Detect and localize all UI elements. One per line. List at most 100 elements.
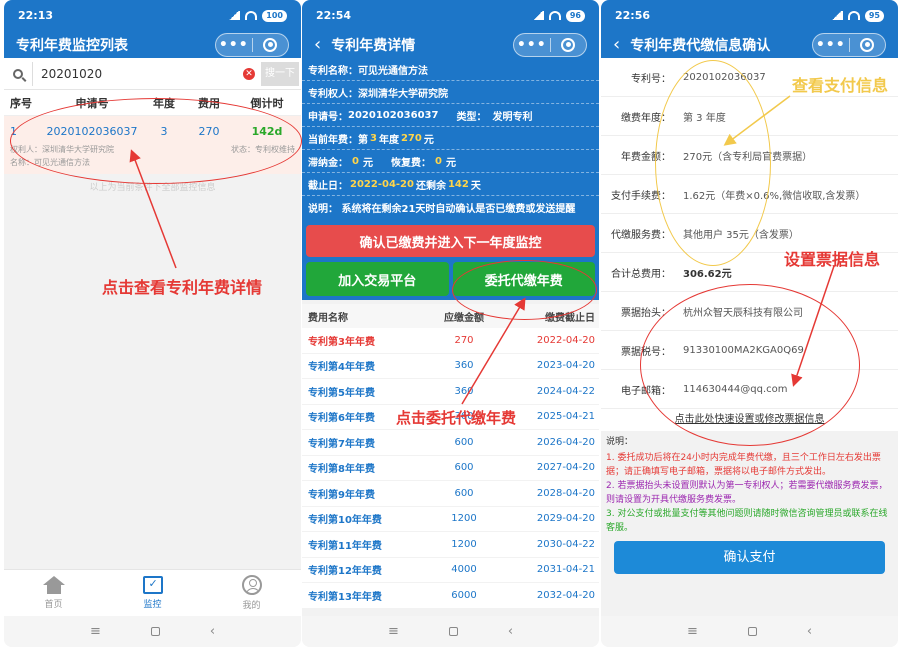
fee-name: 专利第13年年费 (308, 591, 382, 603)
field-value: 1.62元（年费×0.6%,微信收取,含发票） (683, 190, 866, 202)
page-title: 专利年费详情 (331, 37, 416, 54)
fee-table-header: 费用名称 应缴金额 缴费截止日 (302, 304, 599, 328)
form-field-row: 缴费年度： 第 3 年度 (601, 97, 898, 136)
notes-title: 说明： (606, 437, 634, 447)
col-header-countdown: 倒计时 (250, 96, 284, 110)
battery-icon: 100 (262, 9, 287, 22)
home-square-icon[interactable] (448, 627, 458, 636)
field-label: 合计总费用： (611, 268, 671, 280)
fee-list: 专利第3年年费 270 2022-04-20 专利第4年年费 360 2023-04-20… (302, 328, 599, 609)
miniprogram-capsule: ••• (215, 32, 289, 57)
fee-amount: 600 (454, 436, 474, 448)
close-miniprogram-icon[interactable] (253, 37, 289, 52)
menu-icon[interactable]: ≡ (687, 624, 698, 639)
info-app-no-type: 申请号： 2020102036037 类型： 发明专利 (302, 104, 599, 127)
field-value: 306.62元 (683, 268, 732, 280)
signal-icon (531, 11, 544, 20)
join-trade-button[interactable]: 加入交易平台 (306, 262, 449, 296)
col-header-year: 年度 (153, 96, 175, 110)
field-value: 91330100MA2KGA0Q69 (683, 344, 804, 356)
battery-icon: 96 (565, 9, 585, 22)
col-header-no: 序号 (10, 96, 32, 110)
confirm-pay-button[interactable]: 确认支付 (614, 541, 885, 574)
more-icon[interactable]: ••• (514, 37, 550, 53)
android-nav-bar: ≡ ‹ (4, 616, 301, 647)
confirm-paid-button[interactable]: 确认已缴费并进入下一年度监控 (306, 225, 595, 257)
field-value: 270元（含专利局官费票据） (683, 151, 813, 163)
tab-mine[interactable]: 我的 (202, 570, 301, 616)
annotation-set-invoice: 设置票据信息 (784, 250, 881, 269)
title-bar: ‹ 专利年费代缴信息确认 ••• (601, 31, 898, 58)
row-app-no: 2020102036037 (46, 124, 138, 138)
page-title: 专利年费监控列表 (16, 37, 128, 54)
fee-date: 2022-04-20 (536, 334, 595, 346)
row-year: 3 (160, 124, 168, 138)
menu-icon[interactable]: ≡ (388, 624, 399, 639)
table-row[interactable]: 1 2020102036037 3 270 142d 权利人：深圳清华大学研究院… (4, 116, 301, 174)
back-icon[interactable]: ‹ (807, 624, 812, 639)
more-icon[interactable]: ••• (813, 37, 849, 53)
table-header: 序号 申请号 年度 费用 倒计时 (4, 90, 301, 116)
info-current-fee: 当前年费：第 3 年度 270 元 (302, 127, 599, 150)
patent-info-panel: 专利名称： 可见光通信方法 专利权人： 深圳清华大学研究院 申请号： 20201020… (302, 58, 599, 300)
status-bar: 22:13 100 (4, 0, 301, 31)
miniprogram-capsule: ••• (812, 32, 886, 57)
field-label: 票据抬头： (621, 307, 671, 319)
row-status: 状态：专利权维持 (231, 145, 295, 154)
fee-amount: 1200 (451, 513, 477, 525)
status-bar: 22:56 95 (601, 0, 898, 31)
phone-screen-monitor-list: 22:13 100 专利年费监控列表 ••• ✕ 搜一下 序号 申请号 年度 费… (4, 0, 301, 647)
entrust-payment-button[interactable]: 委托代缴年费 (452, 262, 595, 296)
fee-name: 专利第5年年费 (308, 387, 375, 399)
more-icon[interactable]: ••• (216, 37, 252, 53)
home-square-icon[interactable] (747, 627, 757, 636)
wifi-icon (548, 11, 561, 20)
notes-section: 说明： 1. 委托成功后将在24小时内完成年费代缴，且三个工作日左右发出票据；请… (601, 431, 898, 574)
field-label: 支付手续费： (611, 190, 671, 202)
page-title: 专利年费代缴信息确认 (630, 37, 771, 54)
fee-name: 专利第7年年费 (308, 438, 375, 450)
form-field-row: 年费金额： 270元（含专利局官费票据） (601, 136, 898, 175)
form-field-row: 电子邮箱： 114630444@qq.com (601, 370, 898, 409)
fee-date: 2029-04-20 (536, 513, 595, 525)
fee-row: 专利第11年年费 1200 2030-04-22 (302, 532, 599, 558)
fee-row: 专利第4年年费 360 2023-04-20 (302, 353, 599, 379)
field-value: 第 3 年度 (683, 112, 726, 124)
fee-amount: 1200 (451, 538, 477, 550)
tab-home[interactable]: 首页 (4, 570, 103, 616)
back-arrow-icon[interactable]: ‹ (613, 35, 620, 54)
fee-date: 2025-04-21 (536, 411, 595, 423)
info-owner: 专利权人： 深圳清华大学研究院 (302, 81, 599, 104)
field-value: 其他用户 35元（含发票） (683, 229, 799, 241)
wifi-icon (847, 11, 860, 20)
close-miniprogram-icon[interactable] (850, 37, 886, 52)
back-arrow-icon[interactable]: ‹ (314, 35, 321, 54)
menu-icon[interactable]: ≡ (90, 624, 101, 639)
annotation-entrust: 点击委托代缴年费 (396, 409, 517, 427)
battery-icon: 95 (864, 9, 884, 22)
tab-monitor[interactable]: 监控 (103, 570, 202, 616)
fee-amount: 600 (454, 487, 474, 499)
title-bar: 专利年费监控列表 ••• (4, 31, 301, 58)
bottom-tab-bar: 首页 监控 我的 (4, 569, 301, 616)
fee-name: 专利第9年年费 (308, 489, 375, 501)
search-input[interactable] (32, 61, 237, 86)
set-invoice-link[interactable]: 点击此处快速设置或修改票据信息 (601, 409, 898, 431)
back-icon[interactable]: ‹ (210, 624, 215, 639)
search-bar: ✕ 搜一下 (4, 58, 301, 90)
col-header-amount: 应缴金额 (444, 312, 484, 324)
row-owner: 权利人：深圳清华大学研究院 (10, 145, 114, 154)
android-nav-bar: ≡ ‹ (601, 616, 898, 647)
col-header-fee: 费用 (198, 96, 220, 110)
tab-mine-label: 我的 (242, 601, 261, 611)
close-miniprogram-icon[interactable] (551, 37, 587, 52)
search-button[interactable]: 搜一下 (261, 61, 299, 86)
fee-amount: 600 (454, 462, 474, 474)
back-icon[interactable]: ‹ (508, 624, 513, 639)
col-header-deadline: 缴费截止日 (545, 312, 595, 324)
fee-date: 2031-04-21 (536, 564, 595, 576)
fee-date: 2030-04-22 (536, 538, 595, 550)
home-square-icon[interactable] (150, 627, 160, 636)
clear-icon[interactable]: ✕ (243, 67, 255, 80)
phone-screen-payment-confirm: 22:56 95 ‹ 专利年费代缴信息确认 ••• 专利号： 2020102036… (601, 0, 898, 647)
